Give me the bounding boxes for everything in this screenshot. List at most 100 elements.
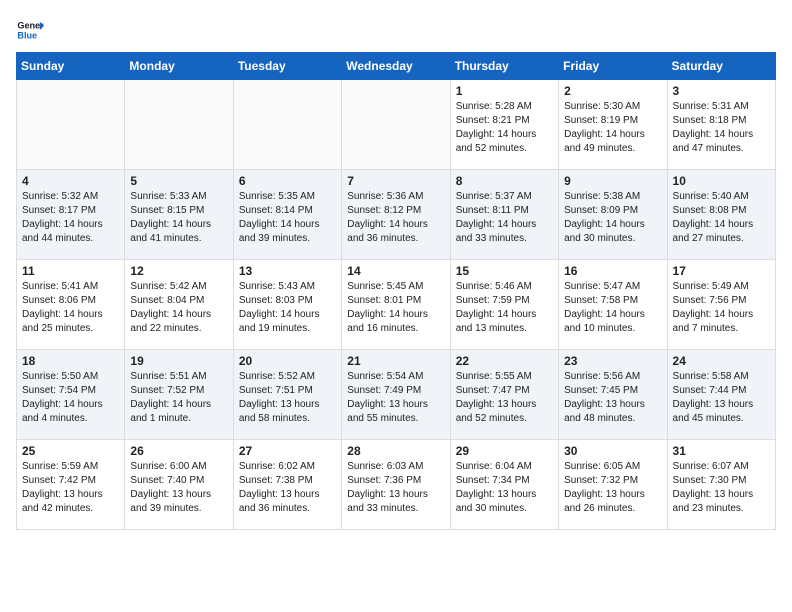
day-number: 3 [673,84,770,98]
day-info: Sunrise: 5:59 AM Sunset: 7:42 PM Dayligh… [22,460,119,516]
day-cell [233,80,341,170]
week-row-5: 25 Sunrise: 5:59 AM Sunset: 7:42 PM Dayli… [17,440,776,530]
day-cell: 25 Sunrise: 5:59 AM Sunset: 7:42 PM Dayli… [17,440,125,530]
day-info: Sunrise: 5:38 AM Sunset: 8:09 PM Dayligh… [564,190,661,246]
day-number: 30 [564,444,661,458]
day-info: Sunrise: 5:28 AM Sunset: 8:21 PM Dayligh… [456,100,553,156]
week-row-2: 4Sunrise: 5:32 AM Sunset: 8:17 PM Daylig… [17,170,776,260]
day-number: 6 [239,174,336,188]
day-info: Sunrise: 5:31 AM Sunset: 8:18 PM Dayligh… [673,100,770,156]
logo-icon: General Blue [16,16,44,44]
day-info: Sunrise: 6:07 AM Sunset: 7:30 PM Dayligh… [673,460,770,516]
day-number: 13 [239,264,336,278]
day-info: Sunrise: 5:46 AM Sunset: 7:59 PM Dayligh… [456,280,553,336]
weekday-header-row: SundayMondayTuesdayWednesdayThursdayFrid… [17,53,776,80]
day-number: 26 [130,444,227,458]
day-cell: 24 Sunrise: 5:58 AM Sunset: 7:44 PM Dayli… [667,350,775,440]
day-cell: 15Sunrise: 5:46 AM Sunset: 7:59 PM Dayli… [450,260,558,350]
day-number: 23 [564,354,661,368]
logo: General Blue [16,16,44,44]
day-number: 7 [347,174,444,188]
weekday-header-friday: Friday [559,53,667,80]
day-cell: 28Sunrise: 6:03 AM Sunset: 7:36 PM Dayli… [342,440,450,530]
day-cell: 11 Sunrise: 5:41 AM Sunset: 8:06 PM Dayli… [17,260,125,350]
day-number: 14 [347,264,444,278]
day-cell: 18 Sunrise: 5:50 AM Sunset: 7:54 PM Dayli… [17,350,125,440]
day-number: 16 [564,264,661,278]
day-info: Sunrise: 5:40 AM Sunset: 8:08 PM Dayligh… [673,190,770,246]
week-row-1: 1 Sunrise: 5:28 AM Sunset: 8:21 PM Daylig… [17,80,776,170]
day-cell: 21 Sunrise: 5:54 AM Sunset: 7:49 PM Dayli… [342,350,450,440]
day-cell: 30 Sunrise: 6:05 AM Sunset: 7:32 PM Dayli… [559,440,667,530]
day-cell: 4Sunrise: 5:32 AM Sunset: 8:17 PM Daylig… [17,170,125,260]
day-number: 19 [130,354,227,368]
weekday-header-wednesday: Wednesday [342,53,450,80]
day-info: Sunrise: 5:54 AM Sunset: 7:49 PM Dayligh… [347,370,444,426]
day-cell: 5Sunrise: 5:33 AM Sunset: 8:15 PM Daylig… [125,170,233,260]
day-number: 24 [673,354,770,368]
day-info: Sunrise: 5:35 AM Sunset: 8:14 PM Dayligh… [239,190,336,246]
day-info: Sunrise: 5:55 AM Sunset: 7:47 PM Dayligh… [456,370,553,426]
week-row-4: 18 Sunrise: 5:50 AM Sunset: 7:54 PM Dayli… [17,350,776,440]
day-number: 4 [22,174,119,188]
day-cell [125,80,233,170]
day-cell: 10 Sunrise: 5:40 AM Sunset: 8:08 PM Dayli… [667,170,775,260]
week-row-3: 11 Sunrise: 5:41 AM Sunset: 8:06 PM Dayli… [17,260,776,350]
day-cell: 2 Sunrise: 5:30 AM Sunset: 8:19 PM Daylig… [559,80,667,170]
day-info: Sunrise: 5:36 AM Sunset: 8:12 PM Dayligh… [347,190,444,246]
day-info: Sunrise: 6:02 AM Sunset: 7:38 PM Dayligh… [239,460,336,516]
day-info: Sunrise: 5:47 AM Sunset: 7:58 PM Dayligh… [564,280,661,336]
day-number: 1 [456,84,553,98]
day-cell: 7 Sunrise: 5:36 AM Sunset: 8:12 PM Daylig… [342,170,450,260]
day-info: Sunrise: 5:58 AM Sunset: 7:44 PM Dayligh… [673,370,770,426]
day-number: 25 [22,444,119,458]
day-info: Sunrise: 5:33 AM Sunset: 8:15 PM Dayligh… [130,190,227,246]
day-info: Sunrise: 6:00 AM Sunset: 7:40 PM Dayligh… [130,460,227,516]
weekday-header-monday: Monday [125,53,233,80]
day-number: 22 [456,354,553,368]
weekday-header-saturday: Saturday [667,53,775,80]
day-number: 21 [347,354,444,368]
day-cell: 3 Sunrise: 5:31 AM Sunset: 8:18 PM Daylig… [667,80,775,170]
day-info: Sunrise: 5:43 AM Sunset: 8:03 PM Dayligh… [239,280,336,336]
day-number: 10 [673,174,770,188]
weekday-header-thursday: Thursday [450,53,558,80]
day-cell: 14 Sunrise: 5:45 AM Sunset: 8:01 PM Dayli… [342,260,450,350]
day-number: 27 [239,444,336,458]
day-info: Sunrise: 6:05 AM Sunset: 7:32 PM Dayligh… [564,460,661,516]
day-info: Sunrise: 5:41 AM Sunset: 8:06 PM Dayligh… [22,280,119,336]
day-number: 20 [239,354,336,368]
day-info: Sunrise: 5:30 AM Sunset: 8:19 PM Dayligh… [564,100,661,156]
day-number: 9 [564,174,661,188]
day-info: Sunrise: 5:49 AM Sunset: 7:56 PM Dayligh… [673,280,770,336]
day-cell [17,80,125,170]
day-info: Sunrise: 6:04 AM Sunset: 7:34 PM Dayligh… [456,460,553,516]
day-cell: 16 Sunrise: 5:47 AM Sunset: 7:58 PM Dayli… [559,260,667,350]
day-cell: 13 Sunrise: 5:43 AM Sunset: 8:03 PM Dayli… [233,260,341,350]
day-cell: 22 Sunrise: 5:55 AM Sunset: 7:47 PM Dayli… [450,350,558,440]
day-cell: 6 Sunrise: 5:35 AM Sunset: 8:14 PM Daylig… [233,170,341,260]
day-info: Sunrise: 5:56 AM Sunset: 7:45 PM Dayligh… [564,370,661,426]
day-number: 8 [456,174,553,188]
day-cell: 27 Sunrise: 6:02 AM Sunset: 7:38 PM Dayli… [233,440,341,530]
day-info: Sunrise: 6:03 AM Sunset: 7:36 PM Dayligh… [347,460,444,516]
day-info: Sunrise: 5:45 AM Sunset: 8:01 PM Dayligh… [347,280,444,336]
calendar-table: SundayMondayTuesdayWednesdayThursdayFrid… [16,52,776,530]
day-number: 18 [22,354,119,368]
day-cell [342,80,450,170]
day-cell: 26 Sunrise: 6:00 AM Sunset: 7:40 PM Dayli… [125,440,233,530]
day-cell: 17Sunrise: 5:49 AM Sunset: 7:56 PM Dayli… [667,260,775,350]
day-number: 31 [673,444,770,458]
day-cell: 8Sunrise: 5:37 AM Sunset: 8:11 PM Daylig… [450,170,558,260]
day-number: 11 [22,264,119,278]
day-info: Sunrise: 5:51 AM Sunset: 7:52 PM Dayligh… [130,370,227,426]
day-cell: 9 Sunrise: 5:38 AM Sunset: 8:09 PM Daylig… [559,170,667,260]
day-info: Sunrise: 5:50 AM Sunset: 7:54 PM Dayligh… [22,370,119,426]
day-cell: 29 Sunrise: 6:04 AM Sunset: 7:34 PM Dayli… [450,440,558,530]
day-number: 2 [564,84,661,98]
weekday-header-tuesday: Tuesday [233,53,341,80]
day-number: 29 [456,444,553,458]
day-cell: 1 Sunrise: 5:28 AM Sunset: 8:21 PM Daylig… [450,80,558,170]
weekday-header-sunday: Sunday [17,53,125,80]
page-header: General Blue [16,16,776,44]
